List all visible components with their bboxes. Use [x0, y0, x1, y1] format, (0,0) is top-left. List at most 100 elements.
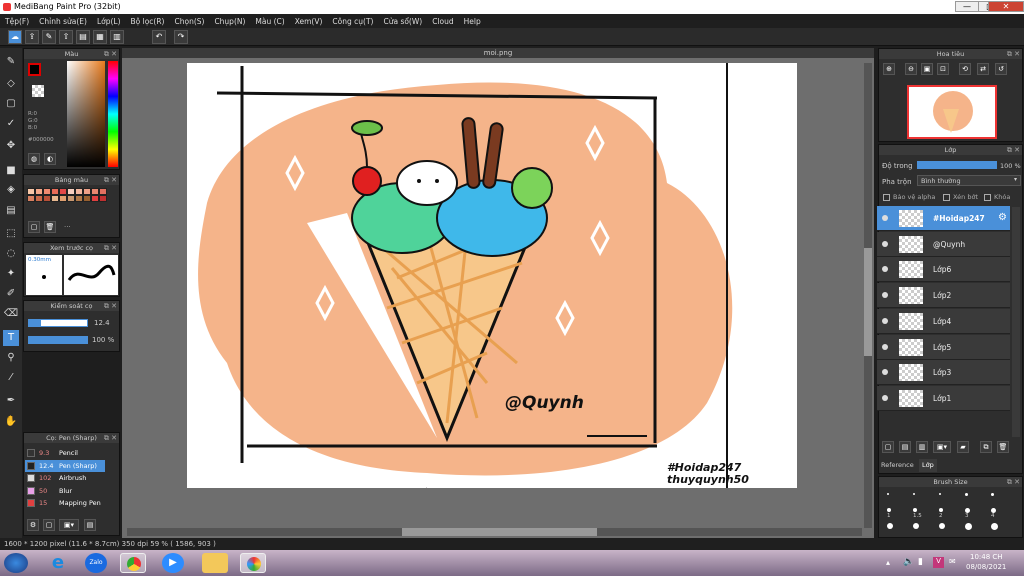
folder-icon[interactable]: ▰ [957, 441, 969, 453]
palette-swatch[interactable] [43, 188, 51, 195]
menu-window[interactable]: Cửa sổ(W) [383, 17, 422, 26]
document-tab[interactable]: moi.png [122, 48, 874, 58]
layer-row[interactable]: Lớp6 [877, 257, 1010, 283]
palette-swatch[interactable] [35, 188, 43, 195]
foreground-color-swatch[interactable] [28, 63, 41, 76]
pen-icon[interactable]: ✓ [3, 116, 19, 132]
gradient-icon[interactable]: ▤ [3, 203, 19, 219]
brush-icon[interactable]: ✎ [3, 54, 19, 70]
clipping-checkbox[interactable] [943, 194, 950, 201]
palette-swatch[interactable] [27, 195, 35, 202]
gear-icon[interactable]: ⚙ [998, 212, 1007, 223]
palette-swatch[interactable] [75, 195, 83, 202]
panel-close-icon[interactable]: ⧉ ✕ [104, 243, 117, 253]
layer-row[interactable]: Lớp4 [877, 308, 1010, 334]
panel-close-icon[interactable]: ⧉ ✕ [104, 175, 117, 185]
close-button[interactable]: ✕ [988, 1, 1024, 12]
menu-view[interactable]: Xem(V) [295, 17, 323, 26]
lasso-icon[interactable]: ◌ [3, 246, 19, 262]
volume-icon[interactable]: 🔈 [903, 557, 914, 567]
zoom-app-icon[interactable]: ▶ [162, 553, 184, 573]
palette-swatch[interactable] [27, 188, 35, 195]
menu-edit[interactable]: Chỉnh sửa(E) [39, 17, 87, 26]
brush-size-cell[interactable] [939, 493, 941, 495]
tray-arrow-icon[interactable]: ▴ [886, 558, 890, 567]
menu-snap[interactable]: Chụp(N) [214, 17, 245, 26]
menu-help[interactable]: Help [464, 17, 481, 26]
pen-pressure-icon[interactable]: ✒ [3, 393, 19, 409]
palette-swatch[interactable] [59, 188, 67, 195]
eye-icon[interactable] [882, 240, 888, 247]
palette-more[interactable]: ··· [64, 223, 71, 231]
layer-row[interactable]: Lớp5 [877, 334, 1010, 360]
panel-close-icon[interactable]: ⧉ ✕ [1007, 145, 1020, 155]
panel-close-icon[interactable]: ⧉ ✕ [104, 49, 117, 59]
select-pen-icon[interactable]: ✐ [3, 286, 19, 302]
reset-view-icon[interactable]: ↺ [995, 63, 1007, 75]
brush-size-cell[interactable] [887, 508, 891, 512]
panel-icon[interactable]: ▥ [110, 30, 124, 44]
clock-date[interactable]: 08/08/2021 [966, 563, 1006, 571]
brush-item[interactable]: 50 Blur [25, 484, 105, 497]
layer-opacity-slider[interactable] [917, 161, 997, 169]
brush-size-cell[interactable] [913, 493, 915, 495]
eye-icon[interactable] [882, 215, 888, 221]
eye-icon[interactable] [882, 343, 888, 350]
minimize-button[interactable]: — [955, 1, 979, 12]
palette-swatch[interactable] [43, 195, 51, 202]
fill-rect-icon[interactable]: ■ [3, 163, 19, 179]
eye-icon[interactable] [882, 292, 888, 299]
layer-scrollbar[interactable] [1012, 207, 1020, 437]
redo-icon[interactable]: ↷ [174, 30, 188, 44]
clock-time[interactable]: 10:48 CH [970, 553, 1003, 561]
eye-icon[interactable] [882, 317, 888, 324]
move-icon[interactable]: ✥ [3, 138, 19, 154]
color-add-icon[interactable]: ◐ [44, 153, 56, 165]
brush-size-cell[interactable] [939, 523, 945, 529]
brush-size-cell[interactable] [887, 523, 893, 529]
brush-delete-icon[interactable]: ▤ [84, 519, 96, 531]
eye-icon[interactable] [882, 394, 888, 401]
panel-close-icon[interactable]: ⧉ ✕ [104, 301, 117, 311]
eye-icon[interactable] [882, 369, 888, 376]
layer-row[interactable]: Lớp1 [877, 385, 1010, 411]
saturation-value-picker[interactable] [67, 61, 105, 167]
palette-swatch[interactable] [83, 195, 91, 202]
medibang-taskbar-icon[interactable] [240, 553, 266, 573]
layer-menu-icon[interactable]: ▣▾ [933, 441, 951, 453]
brush-size-cell[interactable] [939, 508, 943, 512]
brush-size-cell[interactable] [991, 523, 998, 530]
zoom-out-icon[interactable]: ⊖ [905, 63, 917, 75]
hand-icon[interactable]: ✋ [3, 414, 19, 430]
actual-size-icon[interactable]: ⊡ [937, 63, 949, 75]
fit-icon[interactable]: ▣ [921, 63, 933, 75]
eraser-icon[interactable]: ◇ [3, 76, 19, 92]
brush-size-cell[interactable] [913, 508, 917, 512]
color-mode-icon[interactable]: ◍ [28, 153, 40, 165]
palette-swatch[interactable] [99, 195, 107, 202]
palette-swatch[interactable] [67, 188, 75, 195]
panel-close-icon[interactable]: ⧉ ✕ [1007, 477, 1020, 487]
duplicate-layer-icon[interactable]: ⧉ [980, 441, 992, 453]
export-icon[interactable]: ⇪ [25, 30, 39, 44]
menu-select[interactable]: Chọn(S) [174, 17, 204, 26]
cloud-icon[interactable]: ☁ [8, 30, 22, 44]
new-halftone-layer-icon[interactable]: ▤ [899, 441, 911, 453]
rotate-icon[interactable]: ⟲ [959, 63, 971, 75]
delete-layer-icon[interactable]: 🗑 [997, 441, 1009, 453]
layer-row[interactable]: #Hoidap247 ⚙ [877, 206, 1010, 231]
panel-close-icon[interactable]: ⧉ ✕ [1007, 49, 1020, 59]
brush-add-icon[interactable]: ▣▾ [59, 519, 79, 531]
artboard[interactable]: @Quynh #Hoidap247 thuyquynh50 [187, 63, 797, 488]
horizontal-scrollbar[interactable] [127, 528, 862, 536]
palette-swatch[interactable] [99, 188, 107, 195]
language-icon[interactable]: ✉ [949, 557, 956, 566]
rectangle-icon[interactable]: ▢ [3, 96, 19, 112]
blend-mode-select[interactable]: Bình thường ▾ [917, 175, 1021, 186]
background-color-swatch[interactable] [32, 85, 44, 97]
brush-item[interactable]: 15 Mapping Pen [25, 497, 105, 510]
tab-layers[interactable]: Lớp [919, 459, 937, 472]
tab-reference[interactable]: Reference [881, 461, 914, 469]
grid-icon[interactable]: ▦ [93, 30, 107, 44]
undo-icon[interactable]: ↶ [152, 30, 166, 44]
